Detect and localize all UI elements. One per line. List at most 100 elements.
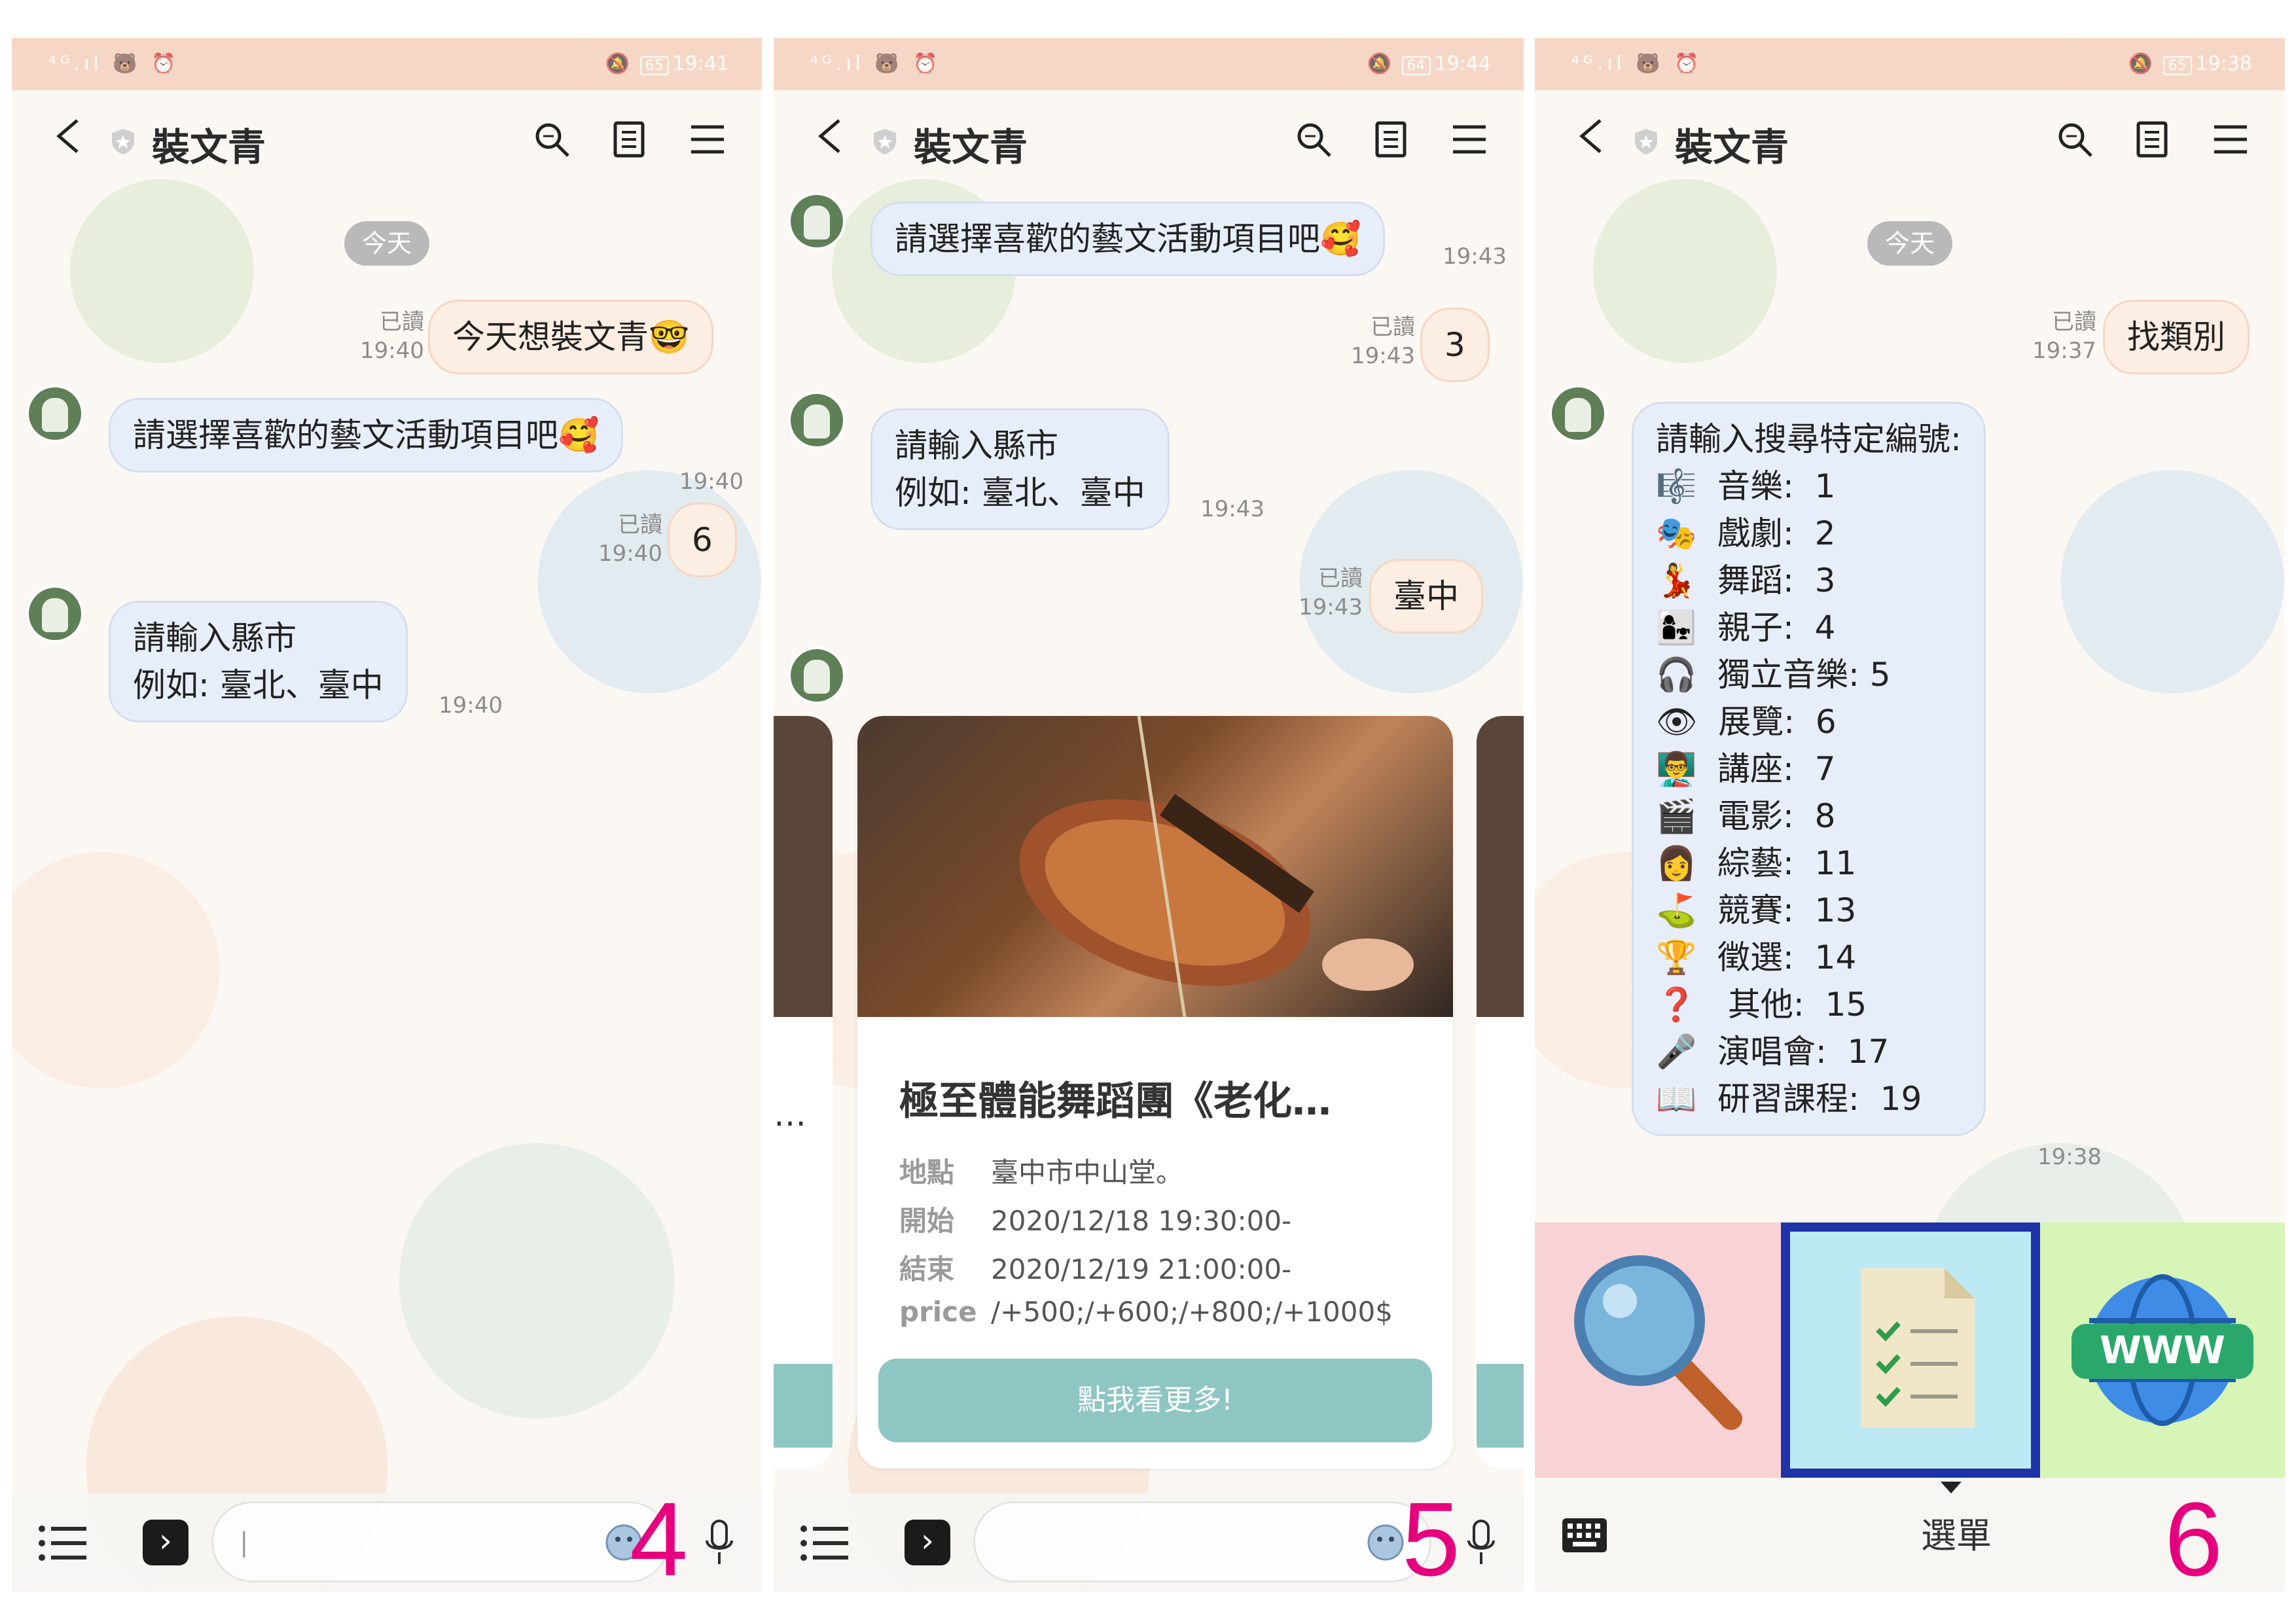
clock: 19:41 xyxy=(672,52,729,75)
search-icon[interactable] xyxy=(1293,119,1334,160)
date-divider: 今天 xyxy=(344,221,429,266)
status-right: 🔕 65 19:38 xyxy=(2128,52,2252,75)
expand-chevron-button[interactable]: › xyxy=(143,1520,188,1565)
battery-level: 64 xyxy=(1401,56,1431,75)
outgoing-message: 今天想裝文青🤓 xyxy=(428,300,714,374)
microphone-icon[interactable] xyxy=(703,1518,736,1567)
event-price-row: price/+500;/+600;/+800;/+1000$ xyxy=(899,1296,1393,1328)
rich-menu-website-cell[interactable]: WWW xyxy=(2040,1222,2285,1478)
status-bar: ⁴ᴳ.ıl 🐻 ⏰ 🔕 65 19:41 xyxy=(12,38,762,90)
read-receipt: 已讀 19:40 xyxy=(360,309,424,364)
bot-avatar[interactable] xyxy=(788,391,846,449)
www-globe-icon: WWW xyxy=(2072,1274,2253,1426)
chat-title: 裝文青 xyxy=(1675,125,1789,169)
checklist-document-icon xyxy=(1861,1268,1975,1428)
read-receipt: 已讀 19:43 xyxy=(1351,314,1415,369)
status-right: 🔕 64 19:44 xyxy=(1367,52,1491,75)
read-receipt: 已讀 19:37 xyxy=(2032,309,2096,364)
outgoing-message: 6 xyxy=(668,503,737,577)
message-input[interactable] xyxy=(973,1501,1431,1582)
event-card[interactable]: 極至體能舞蹈團《老化… 地點 臺中市中山堂。 開始 2020/12/18 19:30… xyxy=(857,716,1453,1469)
rich-menu-search-cell[interactable] xyxy=(1535,1222,1781,1478)
outgoing-message: 3 xyxy=(1420,308,1490,382)
chat-screen-step-4: ⁴ᴳ.ıl 🐻 ⏰ 🔕 65 19:41 裝文青 今天 已讀 19:40 今天想裝文… xyxy=(12,38,762,1592)
chat-header: 裝文青 xyxy=(12,90,762,182)
message-time: 19:43 xyxy=(1443,243,1507,270)
status-indicators: ⁴ᴳ.ıl 🐻 ⏰ xyxy=(48,52,180,75)
bot-avatar[interactable] xyxy=(26,585,84,643)
chat-header: 裝文青 xyxy=(1535,90,2285,182)
event-title: 極至體能舞蹈團《老化… xyxy=(899,1079,1331,1124)
event-start-row: 開始 2020/12/18 19:30:00- xyxy=(899,1205,1292,1237)
magnifier-icon xyxy=(1574,1255,1742,1430)
event-location-row: 地點 臺中市中山堂。 xyxy=(899,1156,1184,1188)
violin-photo xyxy=(857,716,1453,1018)
message-input[interactable]: | xyxy=(211,1501,670,1582)
step-number: 6 xyxy=(2164,1480,2223,1592)
read-receipt: 已讀 19:40 xyxy=(598,512,662,567)
back-arrow-icon[interactable] xyxy=(813,116,848,156)
violin-illustration xyxy=(1019,716,1414,1018)
chat-title: 裝文青 xyxy=(914,125,1028,169)
hamburger-menu-icon[interactable] xyxy=(1449,119,1490,160)
search-icon[interactable] xyxy=(2054,119,2095,160)
step-number: 4 xyxy=(630,1480,688,1592)
status-bar: ⁴ᴳ.ıl 🐻 ⏰ 🔕 65 19:38 xyxy=(1535,38,2285,90)
clock: 19:44 xyxy=(1434,52,1491,75)
status-bar: ⁴ᴳ.ıl 🐻 ⏰ 🔕 64 19:44 xyxy=(774,38,1524,90)
step-number: 5 xyxy=(1402,1480,1460,1592)
clock: 19:38 xyxy=(2195,52,2252,75)
see-more-button[interactable]: 點我看更多! xyxy=(878,1359,1432,1442)
notes-icon[interactable] xyxy=(2132,119,2172,160)
status-indicators: ⁴ᴳ.ıl 🐻 ⏰ xyxy=(1571,52,1703,75)
back-arrow-icon[interactable] xyxy=(51,116,86,156)
search-icon[interactable] xyxy=(531,119,572,160)
hamburger-menu-icon[interactable] xyxy=(687,119,728,160)
svg-text:WWW: WWW xyxy=(2100,1328,2225,1372)
incoming-message: 請輸入縣市 例如: 臺北、臺中 xyxy=(109,601,408,722)
chat-title: 裝文青 xyxy=(152,125,266,169)
shield-icon xyxy=(874,129,896,154)
incoming-message: 請選擇喜歡的藝文活動項目吧🥰 xyxy=(870,202,1386,276)
sticker-icon[interactable] xyxy=(1365,1522,1406,1563)
incoming-message: 請選擇喜歡的藝文活動項目吧🥰 xyxy=(109,398,624,473)
caret-down-icon xyxy=(1941,1482,1962,1493)
microphone-icon[interactable] xyxy=(1465,1518,1498,1567)
bot-avatar[interactable] xyxy=(1549,385,1607,442)
carousel-card-next[interactable] xyxy=(1477,716,1524,1469)
outgoing-message: 找類別 xyxy=(2103,300,2250,374)
date-divider: 今天 xyxy=(1867,221,1952,266)
category-list-message: 請輸入搜尋特定編號: 🎼 音樂: 1 🎭 戲劇: 2 💃 舞蹈: 3 👩‍👧 親… xyxy=(1632,402,1986,1136)
battery-level: 65 xyxy=(2162,56,2192,75)
list-menu-icon[interactable] xyxy=(800,1522,850,1564)
back-arrow-icon[interactable] xyxy=(1574,116,1609,156)
bot-avatar[interactable] xyxy=(788,192,846,250)
chat-header: 裝文青 xyxy=(774,90,1524,182)
menu-toggle-label[interactable]: 選單 xyxy=(1921,1507,1992,1558)
incoming-message: 請輸入縣市 例如: 臺北、臺中 xyxy=(870,408,1170,530)
notes-icon[interactable] xyxy=(609,119,649,160)
status-right: 🔕 65 19:41 xyxy=(605,52,729,75)
list-menu-icon[interactable] xyxy=(38,1522,88,1564)
message-time: 19:40 xyxy=(679,469,744,495)
chat-screen-step-5: ⁴ᴳ.ıl 🐻 ⏰ 🔕 64 19:44 裝文青 請選擇喜歡的藝文活動項目吧🥰 1… xyxy=(774,38,1524,1592)
notes-icon[interactable] xyxy=(1371,119,1411,160)
bot-avatar[interactable] xyxy=(26,385,84,442)
hamburger-menu-icon[interactable] xyxy=(2210,119,2251,160)
message-time: 19:43 xyxy=(1200,496,1265,522)
expand-chevron-button[interactable]: › xyxy=(905,1520,950,1565)
carousel-card-previous[interactable]: … xyxy=(774,716,833,1469)
shield-icon xyxy=(1635,129,1657,154)
status-indicators: ⁴ᴳ.ıl 🐻 ⏰ xyxy=(810,52,942,75)
outgoing-message: 臺中 xyxy=(1369,559,1483,633)
battery-level: 65 xyxy=(639,56,669,75)
rich-menu-list-cell[interactable] xyxy=(1781,1222,2040,1478)
read-receipt: 已讀 19:43 xyxy=(1299,565,1363,620)
keyboard-icon[interactable] xyxy=(1561,1514,1608,1556)
event-end-row: 結束 2020/12/19 21:00:00- xyxy=(899,1253,1292,1285)
chat-screen-step-6: ⁴ᴳ.ıl 🐻 ⏰ 🔕 65 19:38 裝文青 今天 已讀 19:37 找類別 請… xyxy=(1535,38,2285,1592)
message-time: 19:38 xyxy=(2037,1144,2102,1170)
shield-icon xyxy=(112,129,134,154)
bot-avatar[interactable] xyxy=(788,647,846,704)
message-time: 19:40 xyxy=(439,692,503,719)
